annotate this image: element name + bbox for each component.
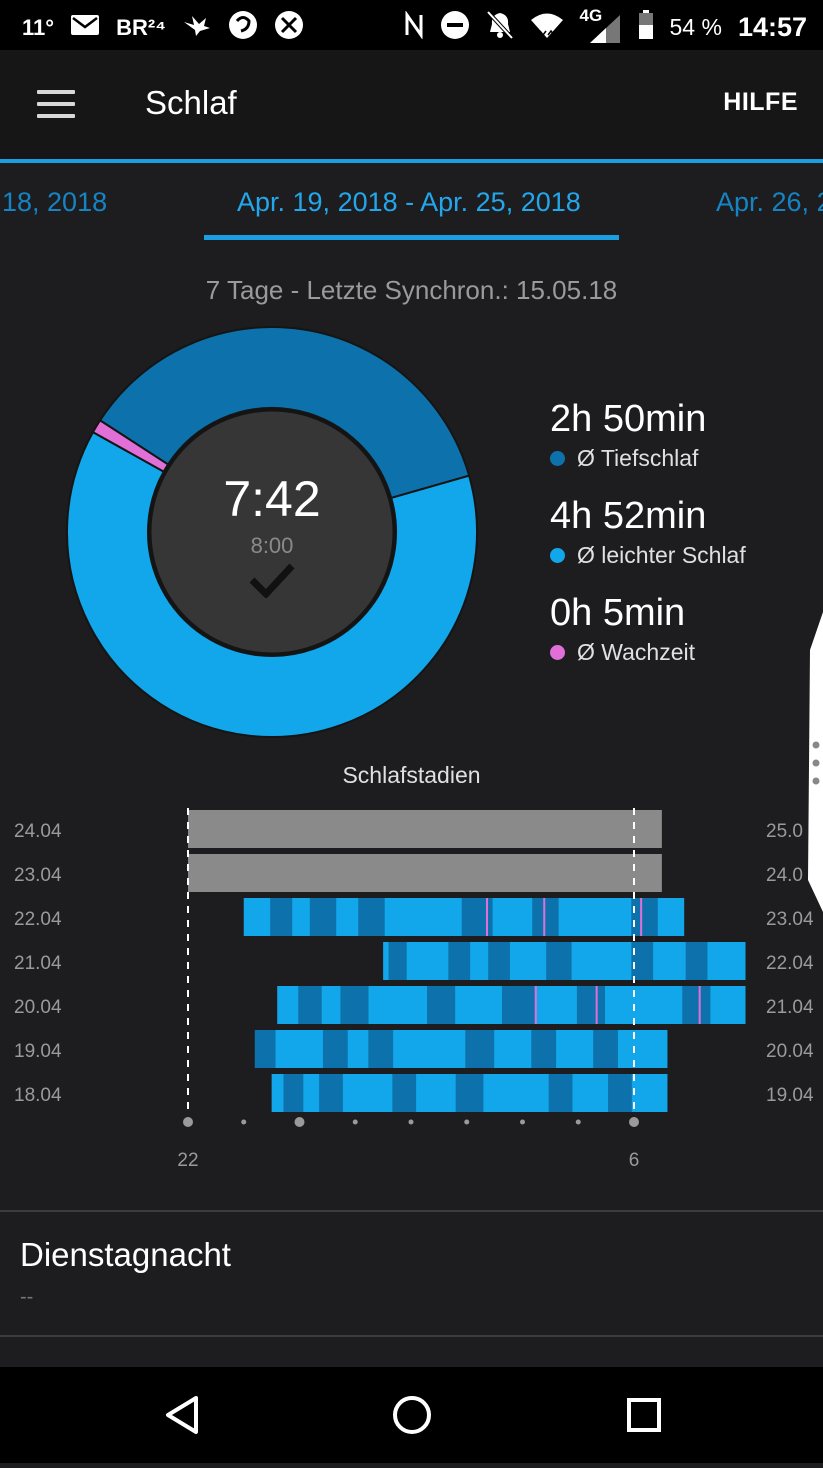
deep-sleep-segment (283, 1074, 304, 1112)
row-end-label: 21.04 (766, 997, 814, 1018)
deep-sleep-segment (631, 898, 658, 936)
deep-sleep-segment (488, 942, 510, 980)
deep-sleep-segment (455, 1074, 484, 1112)
row-start-label: 21.04 (14, 953, 62, 974)
axis-tick-dot (464, 1119, 470, 1125)
deep-sleep-segment (309, 898, 337, 936)
night-title[interactable]: Dienstagnacht (20, 1236, 231, 1274)
awake-segment (595, 986, 598, 1024)
row-start-label: 19.04 (14, 1041, 62, 1062)
awake-segment (698, 986, 701, 1024)
row-start-label: 20.04 (14, 997, 62, 1018)
deep-sleep-segment (392, 1074, 417, 1112)
row-start-label: 24.04 (14, 821, 62, 842)
deep-sleep-segment (548, 1074, 573, 1112)
awake-segment (534, 986, 537, 1024)
deep-sleep-segment (254, 1030, 276, 1068)
deep-sleep-segment (358, 898, 385, 936)
axis-tick-label: 22 (177, 1150, 198, 1171)
recents-icon[interactable] (622, 1367, 666, 1468)
sleep-stages-chart: 24.04 25.0 23.04 24.0 22.04 23.04 21.04 22.04 20… (14, 808, 814, 1171)
row-end-label: 23.04 (766, 909, 814, 930)
row-end-label: 20.04 (766, 1041, 814, 1062)
deep-sleep-segment (608, 1074, 632, 1112)
deep-sleep-segment (685, 942, 708, 980)
deep-sleep-segment (388, 942, 407, 980)
deep-sleep-segment (298, 986, 322, 1024)
deep-sleep-segment (465, 1030, 495, 1068)
axis-tick-dot (183, 1117, 193, 1127)
navigation-bar (0, 1367, 823, 1463)
awake-segment (485, 898, 488, 936)
back-icon[interactable] (160, 1367, 204, 1468)
row-end-label: 19.04 (766, 1085, 814, 1106)
axis-tick-dot (629, 1117, 639, 1127)
sleep-bar[interactable] (188, 810, 662, 848)
deep-sleep-segment (501, 986, 535, 1024)
row-end-label: 24.0 (766, 865, 803, 886)
row-end-label: 22.04 (766, 953, 814, 974)
deep-sleep-segment (368, 1030, 394, 1068)
axis-tick-dot (241, 1119, 247, 1125)
deep-sleep-segment (427, 986, 456, 1024)
deep-sleep-segment (532, 898, 559, 936)
sleep-bar[interactable] (188, 854, 662, 892)
row-start-label: 18.04 (14, 1085, 62, 1106)
row-start-label: 23.04 (14, 865, 62, 886)
deep-sleep-segment (270, 898, 293, 936)
list-divider-top (0, 1210, 823, 1212)
deep-sleep-segment (593, 1030, 618, 1068)
deep-sleep-segment (631, 942, 654, 980)
night-subtitle: -- (20, 1286, 34, 1308)
deep-sleep-segment (576, 986, 606, 1024)
list-divider-bottom (0, 1335, 823, 1337)
home-icon[interactable] (390, 1367, 434, 1468)
awake-segment (543, 898, 546, 936)
axis-tick-dot (575, 1119, 581, 1125)
deep-sleep-segment (448, 942, 471, 980)
row-start-label: 22.04 (14, 909, 62, 930)
awake-segment (640, 898, 643, 936)
deep-sleep-segment (322, 1030, 348, 1068)
deep-sleep-segment (319, 1074, 343, 1112)
deep-sleep-segment (682, 986, 711, 1024)
deep-sleep-segment (531, 1030, 557, 1068)
axis-tick-label: 6 (629, 1150, 640, 1171)
deep-sleep-segment (340, 986, 369, 1024)
axis-tick-dot (408, 1119, 414, 1125)
axis-tick-dot (352, 1119, 358, 1125)
axis-tick-dot (294, 1117, 305, 1127)
deep-sleep-segment (546, 942, 572, 980)
row-end-label: 25.0 (766, 821, 803, 842)
axis-tick-dot (520, 1119, 525, 1125)
